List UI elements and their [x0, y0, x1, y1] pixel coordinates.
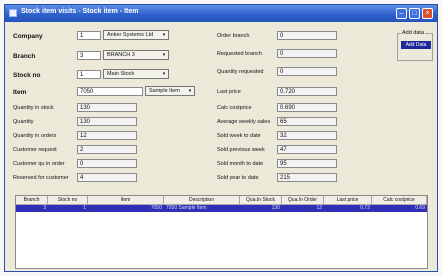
right-field-label: Requested branch	[217, 51, 262, 57]
right-field-label: Sold previous week	[217, 147, 265, 153]
right-field-label: Sold week to date	[217, 133, 261, 139]
stock-item-window: Stock item visits - Stock item - Item – …	[4, 4, 438, 272]
app-icon	[9, 9, 17, 17]
right-field-label: Sold month to date	[217, 161, 264, 167]
sold-week-to-date-field[interactable]: 32	[277, 131, 337, 140]
column-header[interactable]: Calc costprice	[372, 196, 427, 204]
item-name: Sample Item	[149, 88, 180, 94]
table-cell: 7050 Sample Item	[166, 205, 207, 211]
quantity-in-stock-field[interactable]: 130	[77, 103, 137, 112]
table-cell: 12	[316, 205, 322, 211]
stock-no-name: Main Stock	[107, 71, 135, 77]
stock-items-table[interactable]: Branch Stock no Item Description Qua.In …	[15, 195, 428, 269]
average-weekly-sales-field[interactable]: 65	[277, 117, 337, 126]
minimize-button[interactable]: –	[396, 8, 407, 19]
column-header[interactable]: Last price	[324, 196, 372, 204]
table-cell: 130	[271, 205, 280, 211]
right-field-label: Sold year to date	[217, 175, 259, 181]
item-select[interactable]: Sample Item ▾	[145, 86, 195, 96]
add-data-button[interactable]: Add Data	[401, 41, 431, 49]
company-label: Company	[13, 33, 43, 40]
branch-code-field[interactable]: 3	[77, 51, 101, 60]
dropdown-icon: ▾	[162, 71, 166, 77]
table-row[interactable]: 3 1 7050 7050 Sample Item 130 12 0.72 0.…	[16, 205, 427, 212]
column-header[interactable]: Branch	[16, 196, 48, 204]
quantity-in-orders-field[interactable]: 12	[77, 131, 137, 140]
right-field-label: Average weekly sales	[217, 119, 271, 125]
left-field-label: Customer request	[13, 147, 57, 153]
sold-year-to-date-field[interactable]: 215	[277, 173, 337, 182]
last-price-field[interactable]: 0.720	[277, 87, 337, 96]
left-field-label: Reserved for customer	[13, 175, 69, 181]
window-title: Stock item visits - Stock item - Item	[21, 8, 139, 15]
title-bar: Stock item visits - Stock item - Item – …	[5, 5, 437, 22]
table-cell: 3	[43, 205, 46, 211]
reserved-for-customer-field[interactable]: 4	[77, 173, 137, 182]
quantity-field[interactable]: 130	[77, 117, 137, 126]
dropdown-icon: ▾	[162, 32, 166, 38]
table-header: Branch Stock no Item Description Qua.In …	[16, 196, 427, 205]
sold-month-to-date-field[interactable]: 95	[277, 159, 337, 168]
column-header[interactable]: Qua.In Stock	[240, 196, 282, 204]
table-cell: 0.69	[415, 205, 425, 211]
table-cell: 7050	[150, 205, 162, 211]
right-field-label: Quantity requested	[217, 69, 264, 75]
left-field-label: Quantity	[13, 119, 34, 125]
dropdown-icon: ▾	[162, 52, 166, 58]
branch-name: BRANCH 3	[107, 52, 135, 58]
company-select[interactable]: Anker Systems Ltd ▾	[103, 30, 169, 40]
customer-qu-in-order-field[interactable]: 0	[77, 159, 137, 168]
right-field-label: Order branch	[217, 33, 250, 39]
left-field-label: Quantity in stock	[13, 105, 54, 111]
stock-no-label: Stock no	[13, 72, 41, 79]
add-data-caption: Add data	[401, 30, 426, 36]
column-header[interactable]: Stock no	[48, 196, 88, 204]
table-cell: 0.72	[360, 205, 370, 211]
dropdown-icon: ▾	[188, 88, 192, 94]
item-label: Item	[13, 89, 27, 96]
table-cell: 1	[83, 205, 86, 211]
column-header[interactable]: Description	[164, 196, 240, 204]
close-button[interactable]: ×	[422, 8, 433, 19]
customer-request-field[interactable]: 2	[77, 145, 137, 154]
left-field-label: Customer qu in order	[13, 161, 65, 167]
stock-no-select[interactable]: Main Stock ▾	[103, 69, 169, 79]
maximize-button[interactable]: □	[409, 8, 420, 19]
left-field-label: Quantity in orders	[13, 133, 57, 139]
quantity-requested-field[interactable]: 0	[277, 67, 337, 76]
column-header[interactable]: Item	[88, 196, 164, 204]
requested-branch-field[interactable]: 0	[277, 49, 337, 58]
order-branch-field[interactable]: 0	[277, 31, 337, 40]
branch-label: Branch	[13, 53, 36, 60]
right-field-label: Calc costprice	[217, 105, 252, 111]
company-code-field[interactable]: 1	[77, 31, 101, 40]
calc-costprice-field[interactable]: 0.690	[277, 103, 337, 112]
sold-previous-week-field[interactable]: 47	[277, 145, 337, 154]
branch-select[interactable]: BRANCH 3 ▾	[103, 50, 169, 60]
company-name: Anker Systems Ltd	[107, 32, 154, 38]
right-field-label: Last price	[217, 89, 241, 95]
item-code-field[interactable]: 7050	[77, 87, 143, 96]
add-data-group: Add data Add Data	[397, 30, 433, 61]
stock-no-code-field[interactable]: 1	[77, 70, 101, 79]
column-header[interactable]: Qua.In Order	[282, 196, 324, 204]
